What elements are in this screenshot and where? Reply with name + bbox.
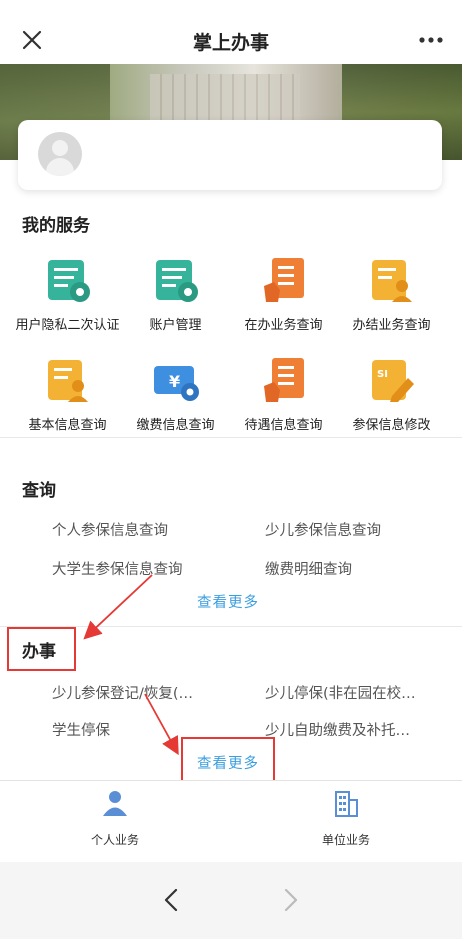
tab-personal-business[interactable]: 个人业务	[55, 789, 175, 848]
building-icon	[335, 791, 358, 817]
back-arrow-icon[interactable]	[152, 880, 192, 920]
forward-arrow-icon[interactable]	[270, 880, 310, 920]
tab-unit-business[interactable]: 单位业务	[286, 789, 406, 848]
annotation-arrow	[83, 574, 153, 640]
annotation-arrow	[144, 693, 179, 756]
person-icon	[103, 791, 127, 816]
browser-nav-bar	[0, 862, 462, 939]
tab-label: 个人业务	[90, 833, 139, 847]
tab-label: 单位业务	[321, 833, 370, 847]
bottom-tab-bar: 个人业务 单位业务	[0, 780, 462, 863]
